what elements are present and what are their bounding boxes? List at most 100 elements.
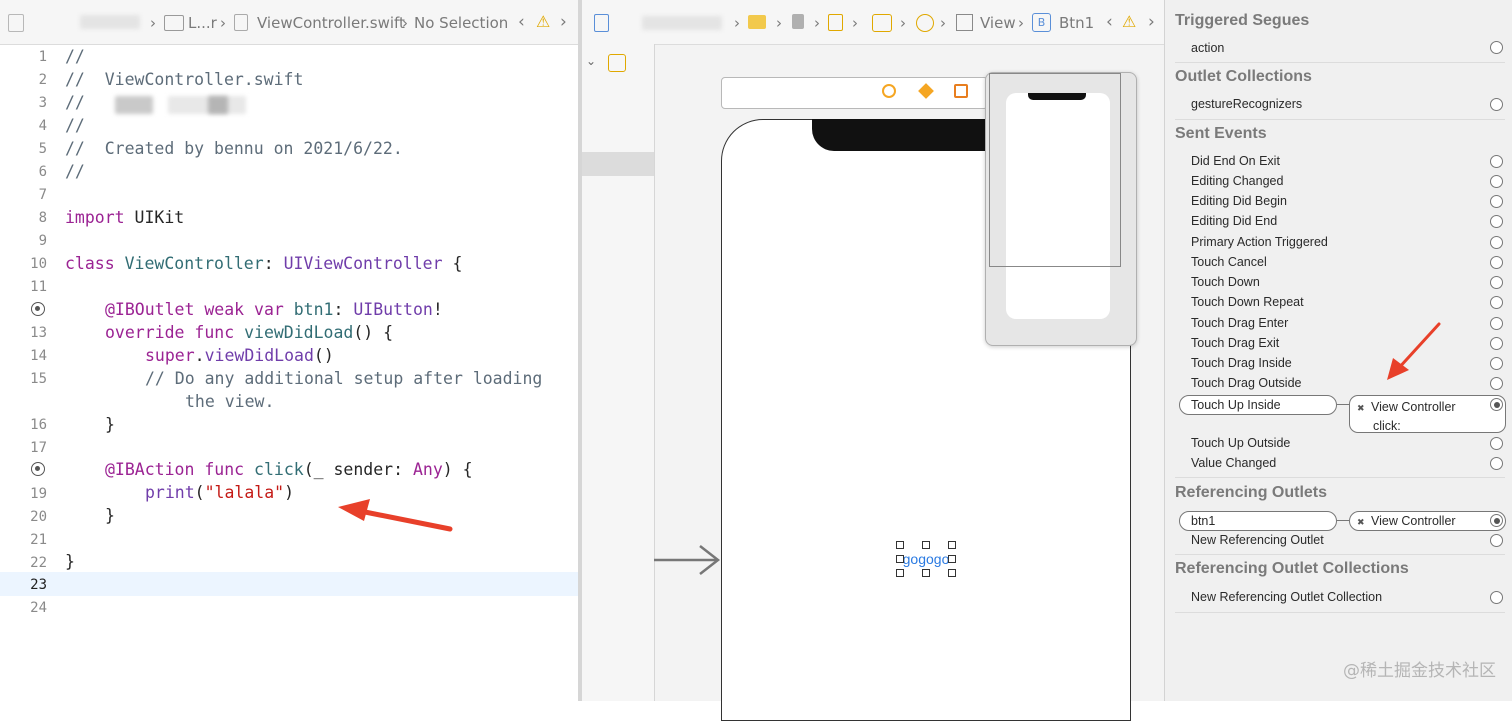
code-line[interactable]: // Created by bennu on 2021/6/22.: [65, 139, 403, 158]
warning-icon[interactable]: ⚠: [1122, 12, 1136, 31]
connection-circle-icon[interactable]: [1490, 591, 1503, 604]
function-name: viewDidLoad: [234, 323, 354, 342]
property-name: btn1: [283, 300, 334, 319]
remove-connection-icon[interactable]: ✖: [1357, 403, 1365, 413]
code-line[interactable]: }: [105, 415, 115, 434]
breadcrumb-view[interactable]: View: [980, 14, 1016, 32]
new-referencing-outlet: New Referencing Outlet: [1191, 533, 1324, 547]
connection-circle-icon[interactable]: [1490, 155, 1503, 168]
punctuation: :: [263, 254, 284, 273]
disclosure-triangle-icon[interactable]: ⌄: [586, 54, 596, 68]
canvas-minimap[interactable]: [985, 72, 1137, 346]
code-line[interactable]: //: [65, 116, 85, 135]
outlet-gesture-recognizers: gestureRecognizers: [1191, 97, 1303, 111]
connection-circle-icon[interactable]: [1490, 357, 1503, 370]
action-connection-indicator-icon[interactable]: [31, 462, 45, 476]
minimap-viewport[interactable]: [989, 73, 1121, 267]
redacted-breadcrumb: [80, 15, 140, 29]
connected-circle-icon[interactable]: [1490, 398, 1503, 411]
storyboard-file-icon[interactable]: [594, 14, 609, 32]
code-line-outlet[interactable]: @IBOutlet weak var btn1: UIButton!: [105, 300, 443, 319]
document-icon[interactable]: [8, 14, 24, 32]
breadcrumb-selection[interactable]: No Selection: [414, 14, 508, 32]
scene-dock[interactable]: [721, 77, 988, 109]
btn1-button[interactable]: gogogo: [896, 541, 956, 577]
chevron-left-icon[interactable]: ‹: [1106, 12, 1113, 32]
breadcrumb-folder[interactable]: L...r: [188, 14, 217, 32]
connection-circle-icon[interactable]: [1490, 236, 1503, 249]
connection-target-view-controller-click[interactable]: ✖ View Controller click:: [1349, 395, 1506, 433]
code-comment-wrap[interactable]: the view.: [185, 392, 274, 411]
code-line[interactable]: //: [65, 47, 85, 66]
resize-handle[interactable]: [896, 569, 904, 577]
connection-circle-icon[interactable]: [1490, 41, 1503, 54]
code-line-import[interactable]: import UIKit: [65, 208, 184, 227]
referencing-outlet-btn1[interactable]: btn1: [1179, 511, 1337, 531]
outline-selected-row[interactable]: [582, 152, 654, 176]
code-line[interactable]: //: [65, 93, 85, 112]
resize-handle[interactable]: [948, 541, 956, 549]
connection-circle-icon[interactable]: [1490, 256, 1503, 269]
divider: [1175, 62, 1505, 63]
connection-circle-icon[interactable]: [1490, 175, 1503, 188]
remove-connection-icon[interactable]: ✖: [1357, 517, 1365, 527]
divider: [1175, 554, 1505, 555]
code-line-super[interactable]: super.viewDidLoad(): [145, 346, 334, 365]
connection-circle-icon[interactable]: [1490, 437, 1503, 450]
chevron-right-icon[interactable]: ›: [560, 12, 567, 32]
connection-circle-icon[interactable]: [1490, 276, 1503, 289]
line-number: 13: [30, 325, 47, 341]
punctuation: () {: [353, 323, 394, 342]
string-literal: "lalala": [204, 483, 285, 502]
event-touch-up-inside[interactable]: Touch Up Inside: [1179, 395, 1337, 415]
line-number: 6: [38, 164, 47, 180]
connection-circle-icon[interactable]: [1490, 98, 1503, 111]
scene-icon[interactable]: [608, 54, 626, 72]
code-line-override[interactable]: override func viewDidLoad() {: [105, 323, 393, 342]
first-responder-icon[interactable]: [918, 83, 934, 99]
code-comment[interactable]: // Do any additional setup after loading: [145, 369, 542, 388]
resize-handle[interactable]: [922, 541, 930, 549]
code-line-print[interactable]: print("lalala"): [145, 483, 294, 502]
connection-circle-icon[interactable]: [1490, 296, 1503, 309]
chevron-left-icon[interactable]: ‹: [518, 12, 525, 32]
connection-circle-icon[interactable]: [1490, 195, 1503, 208]
connection-circle-icon[interactable]: [1490, 457, 1503, 470]
event-row: Touch Drag Enter: [1191, 316, 1289, 330]
resize-handle[interactable]: [948, 555, 956, 563]
code-line[interactable]: }: [105, 506, 115, 525]
connection-circle-icon[interactable]: [1490, 534, 1503, 547]
code-line-class[interactable]: class ViewController: UIViewController {: [65, 254, 462, 273]
code-line[interactable]: }: [65, 552, 75, 571]
view-icon: [956, 14, 973, 31]
breadcrumb-button[interactable]: Btn1: [1059, 14, 1094, 32]
storyboard-icon: [828, 14, 843, 31]
initial-view-controller-arrow-icon[interactable]: [654, 542, 724, 578]
resize-handle[interactable]: [896, 541, 904, 549]
outlet-connection-indicator-icon[interactable]: [31, 302, 45, 316]
resize-handle[interactable]: [922, 569, 930, 577]
breadcrumb-file[interactable]: ViewController.swift: [257, 14, 405, 32]
outlet-target-view-controller[interactable]: ✖ View Controller: [1349, 511, 1506, 531]
connection-circle-icon[interactable]: [1490, 337, 1503, 350]
code-line[interactable]: //: [65, 162, 85, 181]
target-name: View Controller: [1371, 514, 1456, 528]
connection-circle-icon[interactable]: [1490, 377, 1503, 390]
code-line-action[interactable]: @IBAction func click(_ sender: Any) {: [105, 460, 473, 479]
section-outlet-collections: Outlet Collections: [1175, 68, 1312, 85]
type-name: UIButton: [353, 300, 433, 319]
resize-handle[interactable]: [948, 569, 956, 577]
code-line[interactable]: // ViewController.swift: [65, 70, 303, 89]
connection-circle-icon[interactable]: [1490, 317, 1503, 330]
resize-handle[interactable]: [896, 555, 904, 563]
chevron-right-icon[interactable]: ›: [1148, 12, 1155, 32]
connected-circle-icon[interactable]: [1490, 514, 1503, 527]
current-line-number: 23: [30, 577, 47, 593]
event-row: Touch Up Outside: [1191, 436, 1291, 450]
exit-icon[interactable]: [954, 84, 968, 98]
warning-icon[interactable]: ⚠: [536, 12, 550, 31]
section-sent-events: Sent Events: [1175, 125, 1267, 142]
divider: [1175, 477, 1505, 478]
connection-circle-icon[interactable]: [1490, 215, 1503, 228]
view-controller-icon[interactable]: [882, 84, 896, 98]
